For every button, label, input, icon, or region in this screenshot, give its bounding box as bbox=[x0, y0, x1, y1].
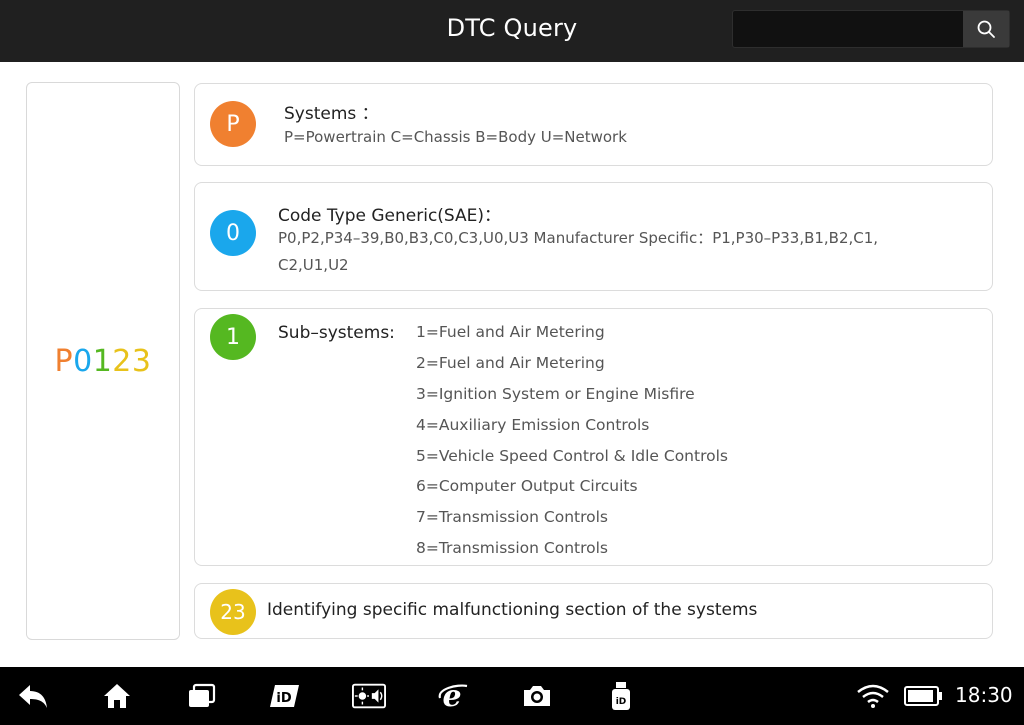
search-button[interactable] bbox=[963, 11, 1009, 47]
camera-button[interactable] bbox=[520, 681, 554, 711]
status-clock: 18:30 bbox=[955, 683, 1013, 707]
search-input[interactable] bbox=[733, 11, 963, 47]
dtc-code-panel: P0123 bbox=[26, 82, 180, 640]
list-item: 5=Vehicle Speed Control & Idle Controls bbox=[416, 446, 728, 465]
subsystems-badge: 1 bbox=[210, 314, 256, 360]
home-icon bbox=[104, 684, 130, 708]
svg-text:iD: iD bbox=[616, 697, 627, 707]
list-item: 4=Auxiliary Emission Controls bbox=[416, 415, 650, 434]
section-badge: 23 bbox=[210, 589, 256, 635]
list-item: 7=Transmission Controls bbox=[416, 508, 609, 527]
systems-text: P=Powertrain C=Chassis B=Body U=Network bbox=[284, 128, 627, 146]
system-nav-bar: iD e iD 18:30 bbox=[0, 667, 1024, 725]
recent-apps-button[interactable] bbox=[184, 681, 218, 711]
code-char-system: P bbox=[54, 343, 74, 379]
section-card: 23 Identifying specific malfunctioning s… bbox=[194, 583, 993, 639]
code-char-section-2: 3 bbox=[131, 343, 152, 379]
battery-icon bbox=[904, 686, 942, 706]
list-item: 6=Computer Output Circuits bbox=[416, 477, 638, 496]
vci-device-icon: iD bbox=[612, 682, 630, 710]
top-bar: DTC Query bbox=[0, 0, 1024, 62]
section-text: Identifying specific malfunctioning sect… bbox=[267, 600, 758, 620]
subsystems-card: 1 Sub–systems: 1=Fuel and Air Metering 2… bbox=[194, 308, 993, 566]
subsystems-heading: Sub–systems: bbox=[278, 323, 395, 343]
systems-badge: P bbox=[210, 101, 256, 147]
svg-text:iD: iD bbox=[276, 691, 291, 706]
systems-card: P Systems ： P=Powertrain C=Chassis B=Bod… bbox=[194, 83, 993, 166]
code-char-section-1: 2 bbox=[112, 343, 132, 379]
brightness-volume-button[interactable] bbox=[352, 681, 386, 711]
brand-app-button[interactable]: iD bbox=[268, 681, 302, 711]
battery-status bbox=[904, 681, 944, 711]
wifi-icon bbox=[857, 684, 889, 708]
list-item: 3=Ignition System or Engine Misfire bbox=[416, 384, 695, 403]
recent-apps-icon bbox=[189, 683, 216, 707]
back-button[interactable] bbox=[16, 681, 50, 711]
browser-button[interactable]: e bbox=[436, 681, 470, 711]
brand-app-icon: iD bbox=[270, 685, 299, 707]
code-char-subsystem: 1 bbox=[92, 343, 113, 379]
code-type-badge: 0 bbox=[210, 210, 256, 256]
brightness-volume-icon bbox=[352, 683, 386, 709]
back-icon bbox=[19, 685, 47, 708]
dtc-code: P0123 bbox=[55, 344, 152, 379]
list-item: 2=Fuel and Air Metering bbox=[416, 353, 605, 372]
search-box[interactable] bbox=[732, 10, 1010, 48]
systems-heading: Systems ： bbox=[284, 104, 379, 124]
search-icon bbox=[977, 20, 995, 38]
code-type-text: P0,P2,P34–39,B0,B3,C0,C3,U0,U3 Manufactu… bbox=[278, 229, 879, 274]
code-char-type: 0 bbox=[73, 343, 93, 379]
vci-device-button[interactable]: iD bbox=[604, 681, 638, 711]
home-button[interactable] bbox=[100, 681, 134, 711]
browser-icon: e bbox=[438, 681, 468, 711]
list-item: 1=Fuel and Air Metering bbox=[416, 323, 605, 341]
code-type-card: 0 Code Type Generic(SAE)： P0,P2,P34–39,B… bbox=[194, 182, 993, 291]
subsystems-list: 1=Fuel and Air Metering 2=Fuel and Air M… bbox=[416, 320, 728, 567]
wifi-status bbox=[856, 681, 890, 711]
camera-icon bbox=[524, 686, 550, 706]
code-type-heading: Code Type Generic(SAE)： bbox=[278, 206, 502, 226]
list-item: 8=Transmission Controls bbox=[416, 539, 609, 558]
